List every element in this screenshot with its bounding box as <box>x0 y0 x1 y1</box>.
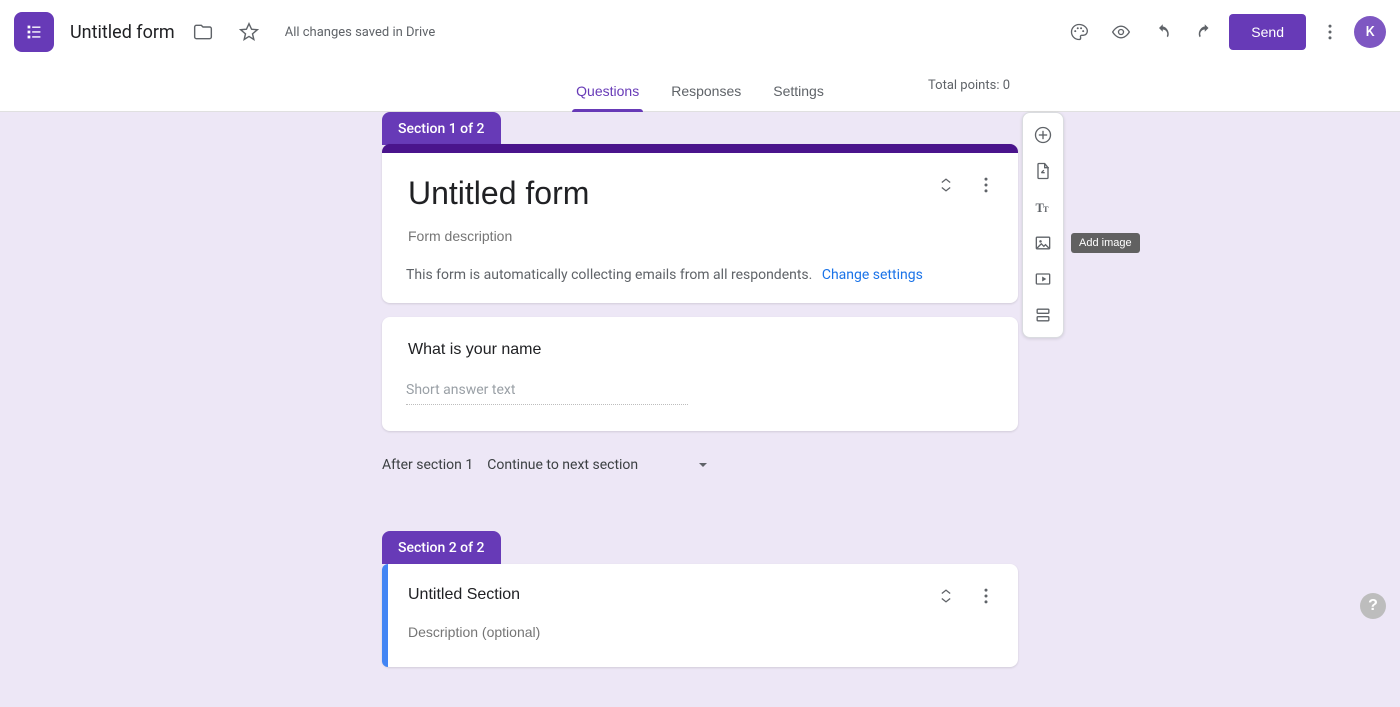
form-canvas: Section 1 of 2 This form is automaticall… <box>0 112 1400 707</box>
save-status: All changes saved in Drive <box>285 25 436 40</box>
preview-icon[interactable] <box>1103 14 1139 50</box>
account-avatar[interactable]: K <box>1354 16 1386 48</box>
form-description-input[interactable] <box>406 227 935 245</box>
chevron-down-icon <box>698 460 708 470</box>
floating-toolbar: TT Add image <box>1022 112 1064 338</box>
question-title-input[interactable] <box>406 340 935 360</box>
send-button[interactable]: Send <box>1229 14 1306 50</box>
app-header: Untitled form All changes saved in Drive… <box>0 0 1400 64</box>
short-answer-placeholder: Short answer text <box>406 382 688 405</box>
redo-icon[interactable] <box>1187 14 1223 50</box>
add-video-icon[interactable] <box>1025 263 1061 295</box>
change-settings-link[interactable]: Change settings <box>822 267 923 283</box>
tabs-row: Questions Responses Settings Total point… <box>0 64 1400 112</box>
forms-logo-icon[interactable] <box>14 12 54 52</box>
title-area: Untitled form <box>70 14 267 50</box>
section2-tab: Section 2 of 2 <box>382 531 501 564</box>
add-image-icon[interactable]: Add image <box>1025 227 1061 259</box>
palette-icon[interactable] <box>1061 14 1097 50</box>
help-icon[interactable]: ? <box>1360 593 1386 619</box>
section2-title-input[interactable] <box>406 585 876 605</box>
header-actions: Send K <box>1061 14 1386 50</box>
after-section-row: After section 1 Continue to next section <box>382 455 1018 475</box>
section2-more-icon[interactable] <box>970 580 1002 612</box>
section2-description-input[interactable] <box>406 623 876 641</box>
after-section-value: Continue to next section <box>487 457 638 473</box>
add-image-tooltip: Add image <box>1071 233 1140 253</box>
after-section-dropdown[interactable]: Continue to next section <box>487 455 708 475</box>
section-more-icon[interactable] <box>970 169 1002 201</box>
import-questions-icon[interactable] <box>1025 155 1061 187</box>
add-section-icon[interactable] <box>1025 299 1061 331</box>
after-section-label: After section 1 <box>382 457 473 473</box>
more-options-icon[interactable] <box>1312 14 1348 50</box>
collapse-section2-icon[interactable] <box>930 580 962 612</box>
tab-responses[interactable]: Responses <box>669 83 743 111</box>
document-title[interactable]: Untitled form <box>70 22 175 43</box>
question-card-1[interactable]: Short answer text <box>382 317 1018 431</box>
section1-title-card[interactable]: This form is automatically collecting em… <box>382 144 1018 303</box>
section1-tab: Section 1 of 2 <box>382 112 501 145</box>
form-title-input[interactable] <box>406 173 876 213</box>
svg-text:T: T <box>1043 205 1049 214</box>
star-icon[interactable] <box>231 14 267 50</box>
add-title-icon[interactable]: TT <box>1025 191 1061 223</box>
section2-title-card[interactable] <box>382 564 1018 667</box>
email-collection-text: This form is automatically collecting em… <box>406 267 812 283</box>
tab-settings[interactable]: Settings <box>771 83 826 111</box>
total-points-label: Total points: 0 <box>928 78 1010 93</box>
tab-questions[interactable]: Questions <box>574 83 641 111</box>
undo-icon[interactable] <box>1145 14 1181 50</box>
add-question-icon[interactable] <box>1025 119 1061 151</box>
email-collection-notice: This form is automatically collecting em… <box>406 267 994 283</box>
collapse-section-icon[interactable] <box>930 169 962 201</box>
move-to-folder-icon[interactable] <box>185 14 221 50</box>
